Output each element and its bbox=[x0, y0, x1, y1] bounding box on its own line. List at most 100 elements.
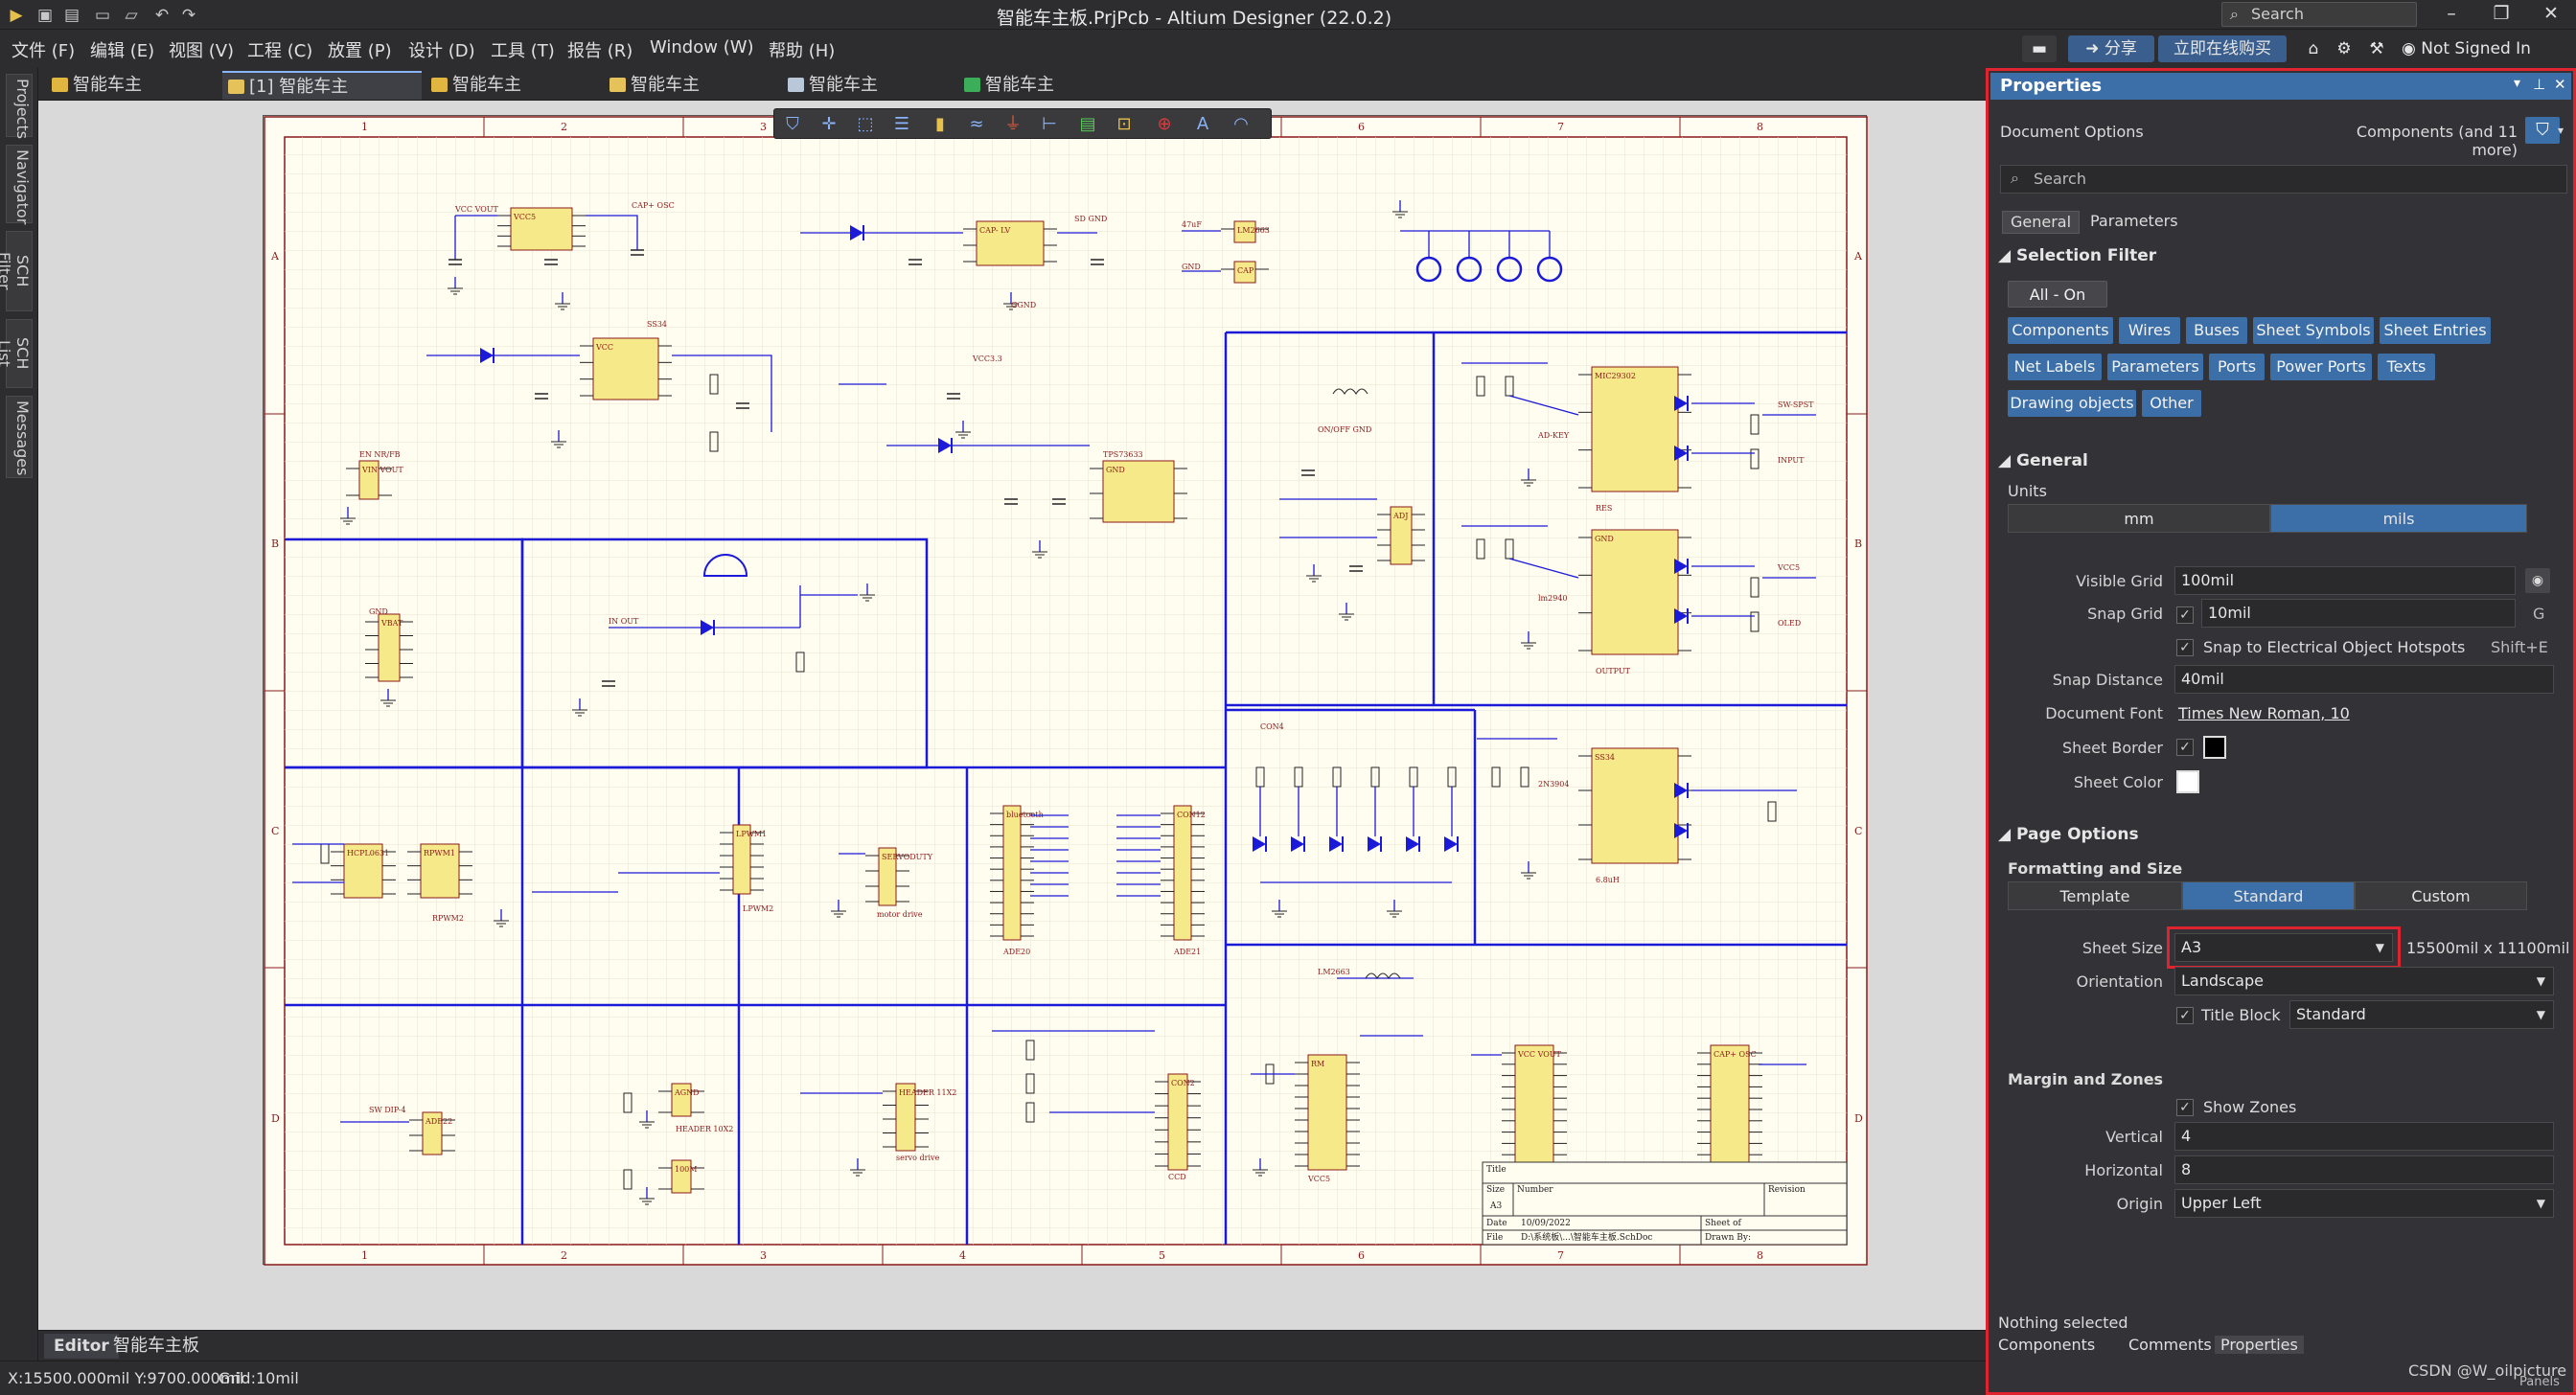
panel-tab-comments[interactable]: Comments bbox=[2128, 1336, 2212, 1354]
pin-icon[interactable]: ⊥ bbox=[2533, 76, 2545, 93]
gear-icon[interactable]: ⚙ bbox=[2331, 35, 2358, 62]
menu-help[interactable]: 帮助 (H) bbox=[769, 37, 835, 62]
filter-chip-sheet-symbols[interactable]: Sheet Symbols bbox=[2253, 317, 2374, 344]
side-tab-navigator[interactable]: Navigator bbox=[6, 145, 33, 224]
open-folder-icon[interactable]: ▱ bbox=[121, 5, 142, 26]
doc-tab-schlib-2[interactable]: 智能车主板.SchLib bbox=[426, 71, 600, 124]
text-icon[interactable]: A bbox=[1190, 113, 1215, 136]
document-font-link[interactable]: Times New Roman, 10 bbox=[2178, 704, 2350, 722]
schematic-canvas[interactable]: 1 2 3 4 5 6 7 8 1 2 3 4 5 6 7 8 A B C D bbox=[38, 101, 1986, 1330]
menu-window[interactable]: Window (W) bbox=[650, 37, 754, 57]
menu-tools[interactable]: 工具 (T) bbox=[491, 37, 555, 62]
side-tab-projects[interactable]: Projects bbox=[6, 74, 33, 139]
save-icon[interactable]: ▣ bbox=[34, 5, 56, 26]
horizontal-input[interactable]: 8 bbox=[2174, 1155, 2554, 1184]
mode-custom-button[interactable]: Custom bbox=[2355, 881, 2527, 910]
sheet-border-color-swatch[interactable] bbox=[2203, 736, 2226, 759]
filter-chip-drawing-objects[interactable]: Drawing objects bbox=[2008, 390, 2136, 417]
filter-chip-parameters[interactable]: Parameters bbox=[2107, 354, 2203, 380]
schematic-drawing[interactable]: 1 2 3 4 5 6 7 8 1 2 3 4 5 6 7 8 A B C D bbox=[264, 116, 1868, 1266]
eye-icon[interactable]: ◉ bbox=[2525, 568, 2550, 593]
snap-hotspots-checkbox[interactable]: ✓ bbox=[2176, 639, 2194, 656]
filter-chip-power-ports[interactable]: Power Ports bbox=[2270, 354, 2372, 380]
no-erc-icon[interactable]: ⊕ bbox=[1152, 113, 1177, 136]
close-panel-icon[interactable]: ✕ bbox=[2554, 76, 2566, 93]
home-icon[interactable]: ⌂ bbox=[2300, 35, 2327, 62]
panels-button[interactable]: Panels bbox=[2519, 1375, 2560, 1389]
filter-dropdown-icon[interactable]: ▾ bbox=[2558, 117, 2573, 144]
menu-file[interactable]: 文件 (F) bbox=[12, 37, 75, 62]
sheet-border-checkbox[interactable]: ✓ bbox=[2176, 739, 2194, 756]
doc-tab-schdoc[interactable]: 智能车主板.SchDoc bbox=[604, 71, 778, 124]
net-label-icon[interactable]: ⊡ bbox=[1112, 113, 1137, 136]
restore-button[interactable]: ❐ bbox=[2480, 2, 2522, 27]
units-mils-button[interactable]: mils bbox=[2270, 504, 2527, 533]
redo-icon[interactable]: ↷ bbox=[178, 5, 199, 26]
save-all-icon[interactable]: ▤ bbox=[61, 5, 82, 26]
panel-menu-icon[interactable]: ▾ bbox=[2514, 76, 2520, 91]
sheet-color-swatch[interactable] bbox=[2176, 770, 2199, 793]
comments-button[interactable]: ▬ bbox=[2022, 35, 2057, 62]
title-block-checkbox[interactable]: ✓ bbox=[2176, 1007, 2194, 1024]
bus-icon[interactable]: ≈ bbox=[964, 113, 989, 136]
filter-chip-wires[interactable]: Wires bbox=[2119, 317, 2180, 344]
panel-tab-properties[interactable]: Properties bbox=[2215, 1336, 2304, 1354]
buy-online-button[interactable]: 立即在线购买 bbox=[2158, 35, 2287, 62]
properties-search[interactable]: ⌕ Search bbox=[2000, 165, 2567, 194]
share-button[interactable]: ➜ 分享 bbox=[2068, 35, 2154, 62]
menu-reports[interactable]: 报告 (R) bbox=[567, 37, 632, 62]
tab-parameters[interactable]: Parameters bbox=[2082, 211, 2186, 234]
snap-grid-input[interactable]: 10mil bbox=[2201, 599, 2516, 628]
open-icon[interactable]: ▭ bbox=[92, 5, 113, 26]
snap-distance-input[interactable]: 40mil bbox=[2174, 665, 2554, 694]
title-block-dropdown[interactable]: Standard ▼ bbox=[2289, 1000, 2554, 1029]
doc-tab-schlib-1[interactable]: 智能车主板.SchLib bbox=[46, 71, 218, 124]
align-icon[interactable]: ☰ bbox=[889, 113, 914, 136]
page-options-title[interactable]: ◢ Page Options bbox=[1998, 825, 2139, 844]
orientation-dropdown[interactable]: Landscape ▼ bbox=[2174, 967, 2554, 995]
arc-icon[interactable]: ◠ bbox=[1229, 113, 1254, 136]
filter-chip-net-labels[interactable]: Net Labels bbox=[2008, 354, 2102, 380]
filter-chip-buses[interactable]: Buses bbox=[2186, 317, 2247, 344]
vertical-input[interactable]: 4 bbox=[2174, 1122, 2554, 1151]
move-cross-icon[interactable]: ✛ bbox=[816, 113, 841, 136]
global-search[interactable]: ⌕ Search bbox=[2221, 2, 2417, 27]
mode-standard-button[interactable]: Standard bbox=[2182, 881, 2355, 910]
filter-icon[interactable]: ⛉ bbox=[780, 113, 805, 136]
undo-icon[interactable]: ↶ bbox=[151, 5, 172, 26]
schematic-sheet[interactable]: 1 2 3 4 5 6 7 8 1 2 3 4 5 6 7 8 A B C D bbox=[263, 115, 1868, 1266]
tools-icon[interactable]: ⚒ bbox=[2363, 35, 2390, 62]
menu-place[interactable]: 放置 (P) bbox=[328, 37, 392, 62]
menu-project[interactable]: 工程 (C) bbox=[247, 37, 312, 62]
select-rect-icon[interactable]: ⬚ bbox=[853, 113, 878, 136]
side-tab-messages[interactable]: Messages bbox=[6, 396, 33, 478]
editor-doc-tab[interactable]: 智能车主板 bbox=[113, 1334, 199, 1359]
filter-chip-ports[interactable]: Ports bbox=[2209, 354, 2265, 380]
port-icon[interactable]: ⊢ bbox=[1037, 113, 1062, 136]
filter-chip-other[interactable]: Other bbox=[2142, 390, 2201, 417]
side-tab-sch-list[interactable]: SCH List bbox=[0, 319, 33, 388]
panel-tab-components[interactable]: Components bbox=[1998, 1336, 2095, 1354]
sheet-size-dropdown[interactable]: A3 ▼ bbox=[2174, 933, 2393, 962]
units-mm-button[interactable]: mm bbox=[2008, 504, 2270, 533]
origin-dropdown[interactable]: Upper Left ▼ bbox=[2174, 1189, 2554, 1218]
menu-view[interactable]: 视图 (V) bbox=[169, 37, 234, 62]
show-zones-checkbox[interactable]: ✓ bbox=[2176, 1099, 2194, 1116]
selection-filter-button[interactable]: ⛉ bbox=[2525, 117, 2560, 144]
close-window-button[interactable]: ✕ bbox=[2530, 2, 2572, 27]
power-port-icon[interactable]: ⏚ bbox=[1000, 113, 1025, 136]
all-on-button[interactable]: All - On bbox=[2008, 281, 2107, 308]
sheet-symbol-icon[interactable]: ▮ bbox=[928, 113, 953, 136]
menu-edit[interactable]: 编辑 (E) bbox=[90, 37, 154, 62]
mode-template-button[interactable]: Template bbox=[2008, 881, 2182, 910]
doc-tab-schdoc-active[interactable]: [1] 智能车主板.SchDoc bbox=[222, 71, 422, 126]
side-tab-sch-filter[interactable]: SCH Filter bbox=[0, 231, 33, 311]
filter-chip-sheet-entries[interactable]: Sheet Entries bbox=[2380, 317, 2491, 344]
tab-general[interactable]: General bbox=[2002, 211, 2081, 234]
user-account-button[interactable]: ◉ Not Signed In bbox=[2402, 35, 2572, 62]
visible-grid-input[interactable]: 100mil bbox=[2174, 566, 2516, 595]
editor-tab[interactable]: Editor bbox=[44, 1334, 119, 1359]
component-icon[interactable]: ▤ bbox=[1075, 113, 1100, 136]
minimize-button[interactable]: – bbox=[2430, 2, 2472, 27]
filter-chip-components[interactable]: Components bbox=[2008, 317, 2113, 344]
